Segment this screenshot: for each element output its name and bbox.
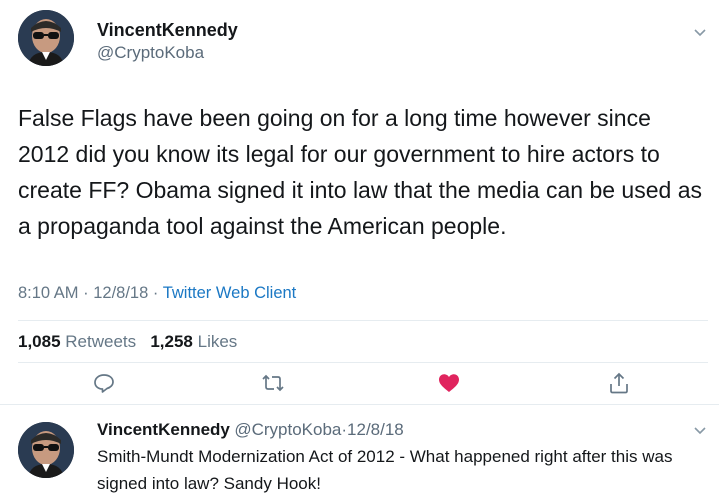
retweet-icon [262,374,284,392]
tweet-date[interactable]: 12/8/18 [93,284,148,302]
retweets-label: Retweets [65,332,137,351]
chevron-down-icon[interactable] [693,424,707,443]
retweet-button[interactable] [261,371,285,395]
reply-icon [94,374,114,393]
tweet-time[interactable]: 8:10 AM [18,284,79,302]
tweet-meta: 8:10 AM · 12/8/18 · Twitter Web Client [18,284,296,303]
reply-date[interactable]: 12/8/18 [347,420,404,439]
chevron-down-icon[interactable] [693,26,707,45]
heart-icon [439,374,459,392]
tweet-stats: 1,085 Retweets 1,258 Likes [18,332,237,352]
source-link[interactable]: Twitter Web Client [163,284,297,302]
reply-text: Smith-Mundt Modernization Act of 2012 - … [97,447,673,493]
likes-count: 1,258 [150,332,193,351]
tweet-text: False Flags have been going on for a lon… [18,105,702,239]
reply-avatar[interactable] [18,422,74,478]
display-name[interactable]: VincentKennedy [97,20,238,41]
avatar-image [18,422,74,478]
divider [18,362,708,363]
divider [18,320,708,321]
avatar[interactable] [18,10,74,66]
reply-display-name[interactable]: VincentKennedy [97,420,230,439]
reply-header: VincentKennedy @CryptoKoba·12/8/18 [97,420,404,440]
like-button[interactable] [437,371,461,395]
avatar-image [18,10,74,66]
likes-stat[interactable]: 1,258 Likes [150,332,237,351]
divider [0,404,719,405]
share-icon [610,372,628,394]
separator: · [152,284,159,302]
retweets-count: 1,085 [18,332,61,351]
retweets-stat[interactable]: 1,085 Retweets [18,332,136,351]
user-handle[interactable]: @CryptoKoba [97,43,204,63]
likes-label: Likes [197,332,238,351]
share-button[interactable] [607,371,631,395]
reply-handle[interactable]: @CryptoKoba [234,420,341,439]
reply-button[interactable] [92,371,116,395]
separator: · [83,284,89,302]
